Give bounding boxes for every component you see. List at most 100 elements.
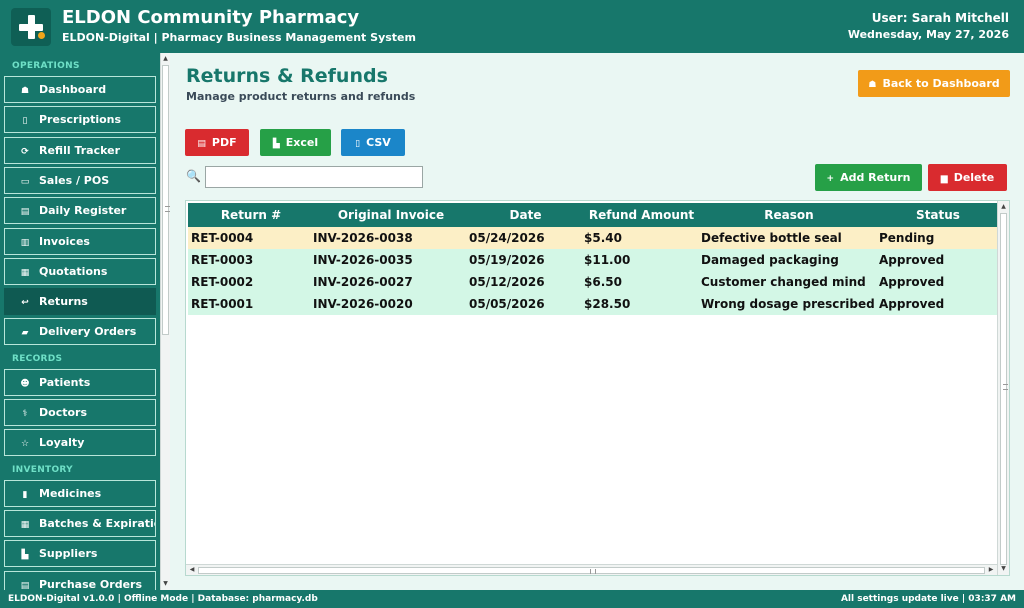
sidebar-item-quotations[interactable]: ▦ Quotations	[4, 257, 156, 285]
sidebar-item-medicines[interactable]: ▮ Medicines	[4, 479, 156, 507]
column-header[interactable]: Status	[878, 203, 998, 227]
table-row[interactable]: RET-0001 INV-2026-0020 05/05/2026 $28.50 Wro…	[188, 293, 998, 315]
search-input[interactable]	[205, 166, 423, 188]
sidebar-item-daily-register[interactable]: ▤ Daily Register	[4, 197, 156, 225]
sidebar-item-sales-pos[interactable]: ▭ Sales / POS	[4, 166, 156, 194]
export-pdf-button[interactable]: ▤ PDF	[185, 129, 249, 156]
table-cell-status: Approved	[879, 275, 945, 289]
sidebar-item-label: Patients	[39, 375, 91, 389]
table-horizontal-scrollbar[interactable]: ◀ ▶	[186, 564, 997, 575]
refresh-icon: ⟳	[21, 146, 29, 157]
sidebar-item-batches-expiration[interactable]: ▦ Batches & Expiration	[4, 509, 156, 537]
scroll-up-arrow-icon[interactable]: ▲	[998, 202, 1009, 212]
table-cell-return-no: RET-0004	[191, 231, 254, 245]
clipboard-icon: ▯	[355, 139, 361, 149]
star-icon: ☆	[20, 439, 30, 450]
table-cell-status: Approved	[879, 297, 945, 311]
sidebar-item-returns[interactable]: ↩ Returns	[4, 288, 156, 316]
table-cell-status: Approved	[879, 253, 945, 267]
sidebar-item-dashboard[interactable]: ☗ Dashboard	[4, 76, 156, 103]
return-arrow-icon: ↩	[21, 298, 29, 309]
table-row[interactable]: RET-0003 INV-2026-0035 05/19/2026 $11.00 Dam…	[188, 249, 998, 271]
sidebar-item-label: Invoices	[39, 234, 90, 248]
table-cell-amount: $28.50	[584, 297, 631, 311]
sidebar-section-label: OPERATIONS	[12, 61, 80, 71]
column-header[interactable]: Reason	[700, 203, 878, 227]
add-return-button[interactable]: + Add Return	[815, 164, 922, 191]
boxes-icon: ▦	[20, 519, 30, 530]
sidebar-item-label: Returns	[39, 295, 88, 309]
scroll-down-arrow-icon[interactable]: ▼	[161, 579, 170, 589]
sidebar-item-purchase-orders[interactable]: ▤ Purchase Orders	[4, 570, 156, 591]
sidebar-item-label: Refill Tracker	[39, 143, 121, 157]
table-cell-reason: Wrong dosage prescribed	[701, 297, 875, 311]
table-row[interactable]: RET-0004 INV-2026-0038 05/24/2026 $5.40 Defe…	[188, 227, 998, 249]
table-cell-invoice: INV-2026-0020	[313, 297, 413, 311]
sidebar-item-delivery-orders[interactable]: ▰ Delivery Orders	[4, 318, 156, 346]
table-cell-date: 05/12/2026	[469, 275, 545, 289]
factory-icon: ▙	[21, 550, 29, 561]
sidebar-item-prescriptions[interactable]: ▯ Prescriptions	[4, 106, 156, 134]
scroll-left-arrow-icon[interactable]: ◀	[187, 565, 197, 575]
sidebar-item-refill-tracker[interactable]: ⟳ Refill Tracker	[4, 136, 156, 164]
scroll-right-arrow-icon[interactable]: ▶	[986, 565, 996, 575]
table-cell-amount: $5.40	[584, 231, 622, 245]
pill-icon: ▮	[22, 489, 28, 500]
export-excel-button[interactable]: ▙ Excel	[260, 129, 331, 156]
sidebar-item-suppliers[interactable]: ▙ Suppliers	[4, 540, 156, 568]
column-header[interactable]: Return #	[190, 203, 312, 227]
sidebar-item-label: Suppliers	[39, 547, 98, 561]
clipboard-icon: ▯	[22, 116, 28, 127]
sidebar-item-label: Quotations	[39, 264, 108, 278]
sidebar-item-loyalty[interactable]: ☆ Loyalty	[4, 429, 156, 457]
column-header[interactable]: Original Invoice	[312, 203, 470, 227]
sidebar-section-label: RECORDS	[12, 353, 63, 364]
scroll-down-arrow-icon[interactable]: ▼	[998, 564, 1009, 574]
table-vscroll-thumb[interactable]	[1000, 213, 1008, 565]
truck-icon: ▰	[21, 328, 29, 339]
scroll-up-arrow-icon[interactable]: ▲	[161, 54, 170, 64]
delete-button[interactable]: ▆ Delete	[928, 164, 1007, 191]
cart-icon: ▤	[20, 580, 30, 591]
home-icon: ☗	[868, 80, 877, 90]
trash-icon: ▆	[940, 174, 948, 184]
back-to-dashboard-button[interactable]: ☗ Back to Dashboard	[858, 70, 1010, 97]
sidebar-item-label: Batches & Expiration	[39, 516, 155, 530]
sidebar-item-label: Daily Register	[39, 204, 127, 218]
column-header[interactable]: Date	[468, 203, 583, 227]
table-cell-date: 05/05/2026	[469, 297, 545, 311]
sidebar-scrollbar[interactable]: ▲ ▼	[160, 53, 170, 590]
table-cell-reason: Defective bottle seal	[701, 231, 842, 245]
table-cell-reason: Customer changed mind	[701, 275, 866, 289]
app-title: ELDON Community Pharmacy	[62, 7, 360, 28]
pdf-file-icon: ▤	[197, 139, 206, 149]
app-subtitle: ELDON-Digital | Pharmacy Business Manage…	[62, 31, 416, 44]
sidebar-item-doctors[interactable]: ⚕ Doctors	[4, 399, 156, 426]
home-icon: ☗	[20, 86, 30, 96]
table-cell-invoice: INV-2026-0038	[313, 231, 413, 245]
quotation-icon: ▦	[20, 267, 30, 278]
table-cell-invoice: INV-2026-0035	[313, 253, 413, 267]
returns-table: Return # Original Invoice Date Refund Amoun…	[185, 200, 1010, 576]
sidebar-item-label: Medicines	[39, 486, 102, 500]
sidebar-item-label: Purchase Orders	[39, 577, 143, 591]
status-bar-info: ELDON-Digital v1.0.0 | Offline Mode | Da…	[8, 594, 318, 604]
export-csv-button[interactable]: ▯ CSV	[341, 129, 405, 156]
invoice-icon: ▥	[20, 237, 30, 248]
table-hscroll-thumb[interactable]	[198, 567, 985, 574]
sidebar-item-label: Delivery Orders	[39, 325, 137, 339]
sidebar-item-label: Dashboard	[39, 83, 107, 96]
column-header[interactable]: Refund Amount	[583, 203, 700, 227]
sidebar-item-invoices[interactable]: ▥ Invoices	[4, 227, 156, 255]
sidebar: OPERATIONS ☗ Dashboard ▯ Prescriptions ⟳ Refil…	[0, 53, 160, 590]
table-vertical-scrollbar[interactable]: ▲ ▼	[997, 201, 1009, 575]
credit-card-icon: ▭	[20, 176, 30, 187]
sidebar-item-label: Sales / POS	[39, 173, 110, 187]
table-cell-date: 05/19/2026	[469, 253, 545, 267]
sidebar-item-patients[interactable]: ☻ Patients	[4, 368, 156, 396]
table-cell-amount: $6.50	[584, 275, 622, 289]
sidebar-section-label: INVENTORY	[12, 464, 73, 475]
table-row[interactable]: RET-0002 INV-2026-0027 05/12/2026 $6.50 Cust…	[188, 271, 998, 293]
app-header: ELDON Community Pharmacy ELDON-Digital |…	[0, 0, 1024, 53]
sidebar-scroll-thumb[interactable]	[162, 65, 170, 335]
